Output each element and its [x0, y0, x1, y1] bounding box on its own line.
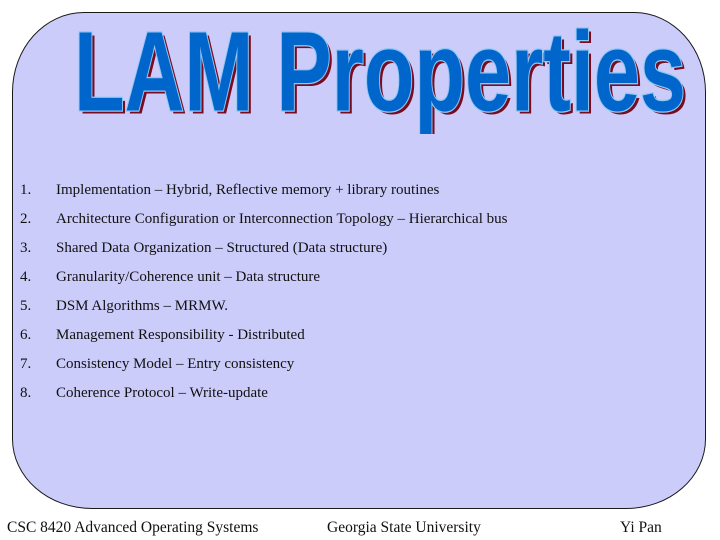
list-item: 6. Management Responsibility - Distribute… — [20, 321, 507, 350]
list-item: 8. Coherence Protocol – Write-update — [20, 379, 507, 408]
item-number: 2. — [20, 211, 32, 227]
list-item: 2. Architecture Configuration or Intercon… — [20, 205, 507, 234]
list-item: 4. Granularity/Coherence unit – Data stru… — [20, 263, 507, 292]
footer-university: Georgia State University — [327, 519, 481, 536]
list-item: 3. Shared Data Organization – Structured … — [20, 234, 507, 263]
item-number: 3. — [20, 240, 32, 256]
slide-title: LAM Properties LAM Properties — [70, 14, 700, 134]
properties-list: 1. Implementation – Hybrid, Reflective me… — [20, 176, 507, 408]
item-number: 6. — [20, 327, 32, 343]
item-number: 5. — [20, 298, 32, 314]
item-text: Coherence Protocol – Write-update — [56, 385, 268, 401]
item-text: Consistency Model – Entry consistency — [56, 356, 295, 372]
item-number: 8. — [20, 385, 32, 401]
footer-course: CSC 8420 Advanced Operating Systems — [7, 519, 259, 536]
item-text: Shared Data Organization – Structured (D… — [56, 240, 388, 256]
item-number: 1. — [20, 182, 32, 198]
item-number: 4. — [20, 269, 32, 285]
title-text: LAM Properties — [74, 14, 686, 134]
item-text: Architecture Configuration or Interconne… — [56, 211, 508, 227]
footer-author: Yi Pan — [620, 519, 662, 536]
item-text: Granularity/Coherence unit – Data struct… — [56, 269, 321, 285]
item-text: DSM Algorithms – MRMW. — [56, 298, 228, 314]
list-item: 7. Consistency Model – Entry consistency — [20, 350, 507, 379]
item-number: 7. — [20, 356, 32, 372]
item-text: Management Responsibility - Distributed — [56, 327, 305, 343]
item-text: Implementation – Hybrid, Reflective memo… — [56, 182, 440, 198]
list-item: 5. DSM Algorithms – MRMW. — [20, 292, 507, 321]
list-item: 1. Implementation – Hybrid, Reflective me… — [20, 176, 507, 205]
